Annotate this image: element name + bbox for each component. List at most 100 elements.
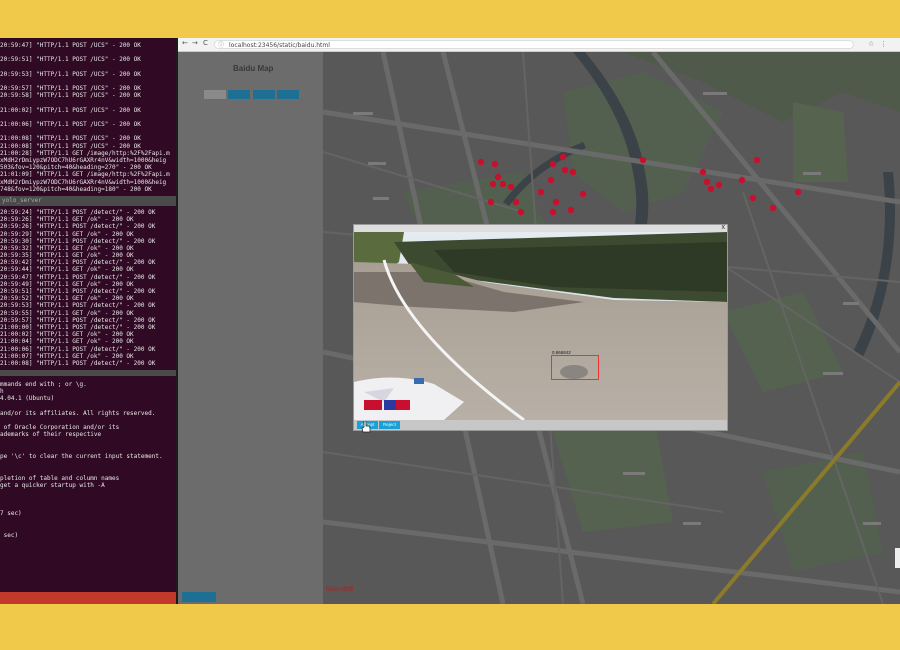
- terminal-line: 21:01:09] "HTTP/1.1 GET /image/http:%2F%…: [0, 171, 170, 179]
- panel-button-2[interactable]: [228, 90, 250, 99]
- bookmark-star-icon[interactable]: ☆: [868, 40, 874, 48]
- panel-title: Baidu Map: [233, 64, 274, 73]
- terminal-line: 20:59:29] "HTTP/1.1 GET /ok" - 200 OK: [0, 230, 134, 238]
- terminal-log-middle: 20:59:24] "HTTP/1.1 POST /detect/" - 200…: [0, 209, 176, 367]
- detection-dialog: x 0.966842 Accept Reject: [353, 224, 728, 431]
- terminal-line: 20:59:52] "HTTP/1.1 GET /ok" - 200 OK: [0, 295, 134, 303]
- terminal-line: 21:00:04] "HTTP/1.1 GET /ok" - 200 OK: [0, 338, 134, 346]
- terminal-line: ademarks of their respective: [0, 431, 102, 439]
- terminal-line: 503&fov=120&pitch=40&heading=270" - 200 …: [0, 164, 152, 172]
- terminal-line: 20:59:26] "HTTP/1.1 GET /ok" - 200 OK: [0, 216, 134, 224]
- terminal-line: pletion of table and column names: [0, 474, 120, 482]
- reject-button[interactable]: Reject: [379, 421, 400, 429]
- terminal-line: 21:00:07] "HTTP/1.1 GET /ok" - 200 OK: [0, 352, 134, 360]
- terminal-line: 20:59:49] "HTTP/1.1 GET /ok" - 200 OK: [0, 280, 134, 288]
- terminal-line: 20:59:35] "HTTP/1.1 GET /ok" - 200 OK: [0, 252, 134, 260]
- browser-window: ← → C ⓘ localhost:23456/static/baidu.htm…: [178, 38, 900, 604]
- browser-toolbar: ← → C ⓘ localhost:23456/static/baidu.htm…: [178, 38, 900, 52]
- terminal-line: sec): [0, 532, 19, 539]
- terminal-line: xMdH2rDmiypzW7ODC7hU6rGAXRr4nV&width=100…: [0, 157, 167, 164]
- terminal-line: 21:00:02] "HTTP/1.1 GET /ok" - 200 OK: [0, 331, 134, 339]
- terminal-log-top: 20:59:47] "HTTP/1.1 POST /UCS" - 200 OK 2…: [0, 38, 176, 193]
- terminal-window[interactable]: 20:59:47] "HTTP/1.1 POST /UCS" - 200 OK 2…: [0, 38, 176, 604]
- terminal-line: 20:59:47] "HTTP/1.1 POST /UCS" - 200 OK: [0, 42, 141, 49]
- detection-bounding-box: [551, 355, 599, 380]
- terminal-line: 20:59:44] "HTTP/1.1 GET /ok" - 200 OK: [0, 266, 134, 274]
- terminal-line: 21:00:00] "HTTP/1.1 POST /detect/" - 200…: [0, 323, 156, 331]
- panel-button-1[interactable]: [204, 90, 226, 99]
- terminal-line: h: [0, 388, 4, 396]
- terminal-line: 20:59:51] "HTTP/1.1 POST /detect/" - 200…: [0, 288, 156, 295]
- terminal-line: 20:59:47] "HTTP/1.1 POST /detect/" - 200…: [0, 273, 156, 281]
- panel-bottom-button[interactable]: [182, 592, 216, 602]
- info-icon[interactable]: ⓘ: [218, 41, 224, 50]
- terminal-line: 20:59:53] "HTTP/1.1 POST /UCS" - 200 OK: [0, 70, 141, 78]
- terminal-line: 4.04.1 (Ubuntu): [0, 395, 55, 403]
- terminal-line: 20:59:55] "HTTP/1.1 GET /ok" - 200 OK: [0, 309, 134, 317]
- terminal-line: 21:00:08] "HTTP/1.1 POST /detect/" - 200…: [0, 359, 156, 367]
- panel-button-3[interactable]: [253, 90, 275, 99]
- terminal-line: 20:59:32] "HTTP/1.1 GET /ok" - 200 OK: [0, 244, 134, 252]
- terminal-line: 20:59:58] "HTTP/1.1 POST /UCS" - 200 OK: [0, 92, 141, 100]
- terminal-line: 21:00:06] "HTTP/1.1 POST /UCS" - 200 OK: [0, 121, 141, 129]
- terminal-line: 20:59:30] "HTTP/1.1 POST /detect/" - 200…: [0, 237, 156, 245]
- terminal-line: 21:00:02] "HTTP/1.1 POST /UCS" - 200 OK: [0, 106, 141, 114]
- terminal-line: xMdH2rDmiypzW7ODC7hU6rGAXRr4nV&width=100…: [0, 178, 167, 186]
- panel-button-4[interactable]: [277, 90, 299, 99]
- window-edge-handle[interactable]: [895, 548, 900, 568]
- terminal-bottom-strip: [0, 592, 176, 604]
- terminal-line: 21:00:06] "HTTP/1.1 POST /detect/" - 200…: [0, 345, 156, 353]
- terminal-line: 20:59:51] "HTTP/1.1 POST /UCS" - 200 OK: [0, 56, 141, 64]
- back-button[interactable]: ←: [182, 39, 188, 47]
- terminal-line: 20:59:24] "HTTP/1.1 POST /detect/" - 200…: [0, 208, 156, 216]
- street-view-image: 0.966842: [354, 232, 727, 420]
- terminal-line: get a quicker startup with -A: [0, 481, 105, 489]
- terminal-line: mmands end with ; or \g.: [0, 381, 87, 389]
- terminal-tab-label: yolo_server: [0, 195, 176, 206]
- dialog-actions: Accept Reject: [354, 420, 727, 430]
- terminal-line: 21:00:08] "HTTP/1.1 POST /UCS" - 200 OK: [0, 135, 141, 143]
- terminal-line: 7 sec): [0, 510, 22, 518]
- terminal-line: 20:59:57] "HTTP/1.1 POST /detect/" - 200…: [0, 316, 156, 324]
- desktop-screen: 20:59:47] "HTTP/1.1 POST /UCS" - 200 OK 2…: [0, 38, 900, 604]
- map-logo: Baidu地图: [326, 587, 354, 593]
- close-button[interactable]: x: [722, 224, 726, 231]
- terminal-divider: [0, 370, 176, 377]
- terminal-line: and/or its affiliates. All rights reserv…: [0, 409, 156, 417]
- terminal-line: pe '\c' to clear the current input state…: [0, 452, 163, 460]
- address-bar-url: localhost:23456/static/baidu.html: [229, 42, 330, 49]
- terminal-line: 21:00:08] "HTTP/1.1 POST /UCS" - 200 OK: [0, 142, 141, 150]
- terminal-line: 21:00:28] "HTTP/1.1 GET /image/http:%2F%…: [0, 149, 170, 157]
- terminal-line: of Oracle Corporation and/or its: [0, 424, 120, 432]
- terminal-log-bottom: mmands end with ; or \g. h 4.04.1 (Ubuntu)…: [0, 379, 176, 540]
- terminal-line: 20:59:57] "HTTP/1.1 POST /UCS" - 200 OK: [0, 85, 141, 93]
- address-bar[interactable]: ⓘ localhost:23456/static/baidu.html: [214, 40, 854, 49]
- terminal-line: 20:59:42] "HTTP/1.1 POST /detect/" - 200…: [0, 259, 156, 267]
- terminal-line: 20:59:26] "HTTP/1.1 POST /detect/" - 200…: [0, 223, 156, 231]
- browser-menu-icon[interactable]: ⋮: [880, 40, 887, 48]
- terminal-line: 748&fov=120&pitch=40&heading=180" - 200 …: [0, 185, 152, 193]
- web-page: Baidu Map Baidu地图 x 0.966842 Accept Reje…: [178, 52, 900, 604]
- forward-button[interactable]: →: [192, 39, 198, 47]
- reload-button[interactable]: C: [203, 39, 208, 47]
- control-panel: Baidu Map: [178, 52, 323, 604]
- terminal-line: 20:59:53] "HTTP/1.1 POST /detect/" - 200…: [0, 302, 156, 310]
- mouse-cursor-icon: [361, 421, 371, 433]
